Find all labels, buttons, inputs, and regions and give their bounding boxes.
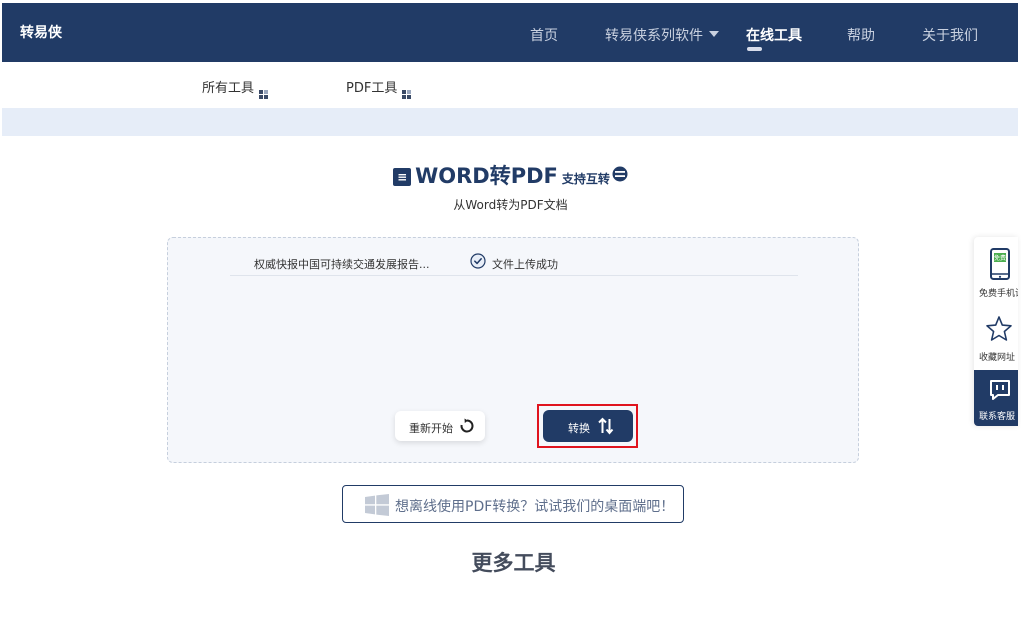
- phone-icon: 免费: [990, 248, 1010, 280]
- convert-button-label: 转换: [568, 422, 590, 435]
- side-mobile-label: 免费手机试: [979, 289, 1018, 299]
- file-name: 权威快报中国可持续交通发展报告...: [254, 258, 430, 271]
- restart-button-label: 重新开始: [409, 422, 453, 435]
- chevron-down-icon: [709, 31, 719, 37]
- upload-panel: 权威快报中国可持续交通发展报告... 文件上传成功 重新开始 转换: [167, 237, 859, 463]
- subnav-all-tools[interactable]: 所有工具: [202, 77, 269, 99]
- nav-software-series[interactable]: 转易侠系列软件: [605, 25, 719, 45]
- swap-circle-icon: [612, 166, 628, 186]
- side-customer-service[interactable]: 联系客服: [974, 370, 1018, 426]
- windows-icon: [365, 494, 389, 516]
- star-icon: [986, 316, 1012, 341]
- desktop-banner-text: 想离线使用PDF转换？试试我们的桌面端吧！: [395, 499, 675, 515]
- nav-about-us[interactable]: 关于我们: [922, 25, 978, 45]
- side-bookmark-label: 收藏网址: [979, 353, 1016, 363]
- nav-software-series-label: 转易侠系列软件: [605, 28, 703, 44]
- check-circle-icon: [470, 253, 486, 269]
- file-divider: [230, 275, 798, 276]
- nav-online-tools[interactable]: 在线工具: [746, 25, 802, 45]
- tool-title: ≡ WORD转PDF 支持互转: [0, 160, 1021, 190]
- convert-button[interactable]: 转换: [543, 410, 633, 442]
- subnav-pdf-tools[interactable]: PDF工具: [346, 77, 412, 99]
- brand-logo[interactable]: 转易侠: [20, 22, 62, 42]
- sub-navigation-bar: 所有工具 PDF工具: [2, 62, 1018, 108]
- more-tools-heading: 更多工具: [471, 551, 556, 575]
- nav-home[interactable]: 首页: [530, 25, 558, 45]
- grid-icon: [259, 90, 269, 99]
- chat-icon: [990, 380, 1010, 400]
- desktop-app-banner[interactable]: 想离线使用PDF转换？试试我们的桌面端吧！: [342, 485, 684, 523]
- side-bookmark[interactable]: 收藏网址: [974, 301, 1018, 363]
- mobile-badge: 免费: [994, 254, 1006, 262]
- subnav-all-tools-label: 所有工具: [202, 81, 255, 96]
- nav-help[interactable]: 帮助: [847, 25, 875, 45]
- nav-active-indicator: [747, 47, 762, 51]
- tool-title-suffix: 支持互转: [561, 172, 610, 186]
- grid-icon: [402, 90, 412, 99]
- side-mobile-trial[interactable]: 免费 免费手机试: [974, 237, 1018, 299]
- side-support-label: 联系客服: [979, 412, 1016, 422]
- word-doc-icon: ≡: [393, 168, 412, 186]
- restart-button[interactable]: 重新开始: [395, 411, 485, 441]
- tool-title-main: WORD转PDF: [415, 164, 558, 188]
- top-navigation-bar: 转易侠 首页 转易侠系列软件 在线工具 帮助 关于我们: [2, 3, 1018, 62]
- subnav-pdf-tools-label: PDF工具: [346, 81, 398, 96]
- tool-subtitle: 从Word转为PDF文档: [453, 198, 568, 212]
- refresh-icon: [460, 418, 474, 433]
- side-floating-toolbar: 免费 免费手机试 收藏网址 联系客服: [974, 237, 1018, 426]
- swap-arrows-icon: [598, 417, 614, 435]
- header-band: [2, 108, 1018, 136]
- file-status: 文件上传成功: [492, 258, 558, 271]
